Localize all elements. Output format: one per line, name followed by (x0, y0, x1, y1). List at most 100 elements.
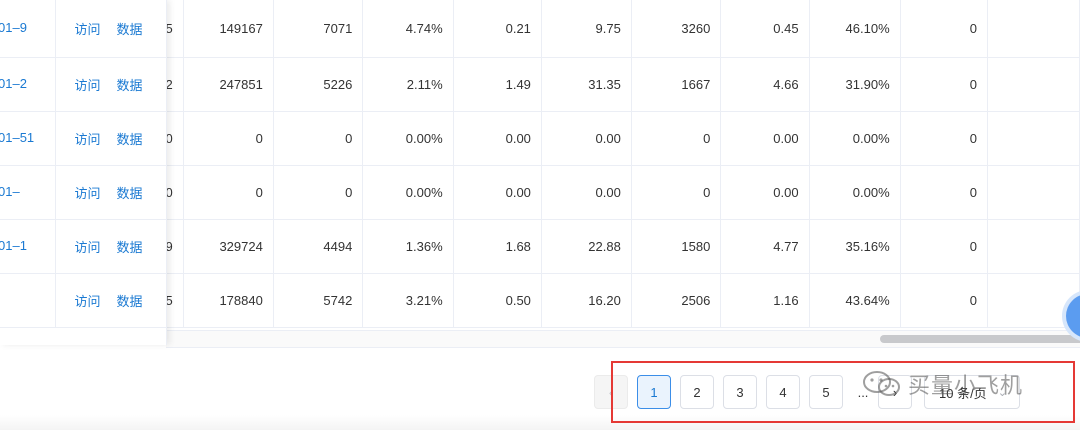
table-cell: 0.00 (453, 165, 542, 220)
horizontal-scrollbar[interactable] (166, 330, 1080, 348)
table-cell: 0.00 (541, 111, 632, 166)
page-button-4[interactable]: 4 (766, 375, 800, 409)
table-cell: 0 (900, 219, 988, 274)
table-cell: 1.16 (720, 273, 810, 328)
campaign-name-link[interactable]: 01–9 (0, 20, 27, 35)
table-cell: 9.75 (541, 0, 632, 58)
campaign-name-cell[interactable] (0, 273, 56, 328)
table-cell: 1.36% (362, 219, 454, 274)
page-size-label: 10 条/页 (939, 385, 987, 401)
table-cell: 3.21% (362, 273, 454, 328)
visit-link[interactable]: 访问 (75, 240, 101, 255)
fixed-row: 01–9 访问 数据 (0, 0, 166, 58)
table-cell: 0 (183, 165, 274, 220)
table-cell: 4.77 (720, 219, 810, 274)
visit-link[interactable]: 访问 (75, 186, 101, 201)
table-cell: 5742 (273, 273, 364, 328)
fixed-left-table: 01–9 访问 数据 01–2 访问 数据 01–51 访问 数据 01– 访问 数据 01–1 访问 数据… (0, 0, 166, 328)
table-cell: 1667 (631, 57, 722, 112)
campaign-name-cell[interactable]: 01–1 (0, 219, 56, 274)
table-cell: 0.45 (720, 0, 810, 58)
next-page-button[interactable]: › (878, 375, 912, 409)
fixed-row: 01–2 访问 数据 (0, 57, 166, 112)
fixed-row: 01–51 访问 数据 (0, 111, 166, 166)
data-link[interactable]: 数据 (117, 22, 143, 37)
table-cell: 329724 (183, 219, 274, 274)
table-cell: 0 (183, 111, 274, 166)
data-link[interactable]: 数据 (117, 294, 143, 309)
table-cell: 2.11% (362, 57, 454, 112)
visit-link[interactable]: 访问 (75, 132, 101, 147)
visit-link[interactable]: 访问 (75, 78, 101, 93)
pagination-ellipsis[interactable]: ... (852, 385, 874, 400)
campaign-name-link[interactable]: 01– (0, 184, 20, 199)
table-cell: 0.00% (809, 165, 901, 220)
table-cell: 1.68 (453, 219, 542, 274)
table-cell: 0 (900, 111, 988, 166)
table-cell-empty (987, 57, 1080, 112)
table-cell: 1580 (631, 219, 722, 274)
fixed-row: 访问 数据 (0, 273, 166, 328)
table-cell: 149167 (183, 0, 274, 58)
table-cell: 0.50 (453, 273, 542, 328)
table-cell: 0 (900, 165, 988, 220)
actions-cell: 访问 数据 (55, 0, 166, 58)
prev-page-button[interactable]: ‹ (594, 375, 628, 409)
chevron-down-icon: ⌄ (997, 386, 1007, 399)
chevron-right-icon: › (892, 384, 898, 400)
actions-cell: 访问 数据 (55, 165, 166, 220)
table-cell: 7071 (273, 0, 364, 58)
data-link[interactable]: 数据 (117, 240, 143, 255)
table-cell: 0 (900, 0, 988, 58)
table-cell: 0 (631, 165, 722, 220)
page-size-select[interactable]: 10 条/页 ⌄ (924, 375, 1020, 409)
table-cell: 1.49 (453, 57, 542, 112)
table-cell: 0.00 (453, 111, 542, 166)
table-cell: 0 (273, 111, 364, 166)
table-cell: 0.00 (720, 111, 810, 166)
table-cell: 0.00 (720, 165, 810, 220)
fixed-row: 01– 访问 数据 (0, 165, 166, 220)
data-link[interactable]: 数据 (117, 78, 143, 93)
table-cell: 0 (900, 57, 988, 112)
fixed-row: 01–1 访问 数据 (0, 219, 166, 274)
pagination: ‹ 1 2 3 4 5 ... › 10 条/页 ⌄ (594, 374, 1020, 410)
bottom-edge (0, 415, 1080, 430)
visit-link[interactable]: 访问 (75, 294, 101, 309)
data-link[interactable]: 数据 (117, 186, 143, 201)
campaign-name-cell[interactable]: 01–51 (0, 111, 56, 166)
campaign-name-cell[interactable]: 01–2 (0, 57, 56, 112)
visit-link[interactable]: 访问 (75, 22, 101, 37)
campaign-name-cell[interactable]: 01– (0, 165, 56, 220)
table-cell: 5226 (273, 57, 364, 112)
table-cell-empty (987, 0, 1080, 58)
table-cell: 0.00% (362, 165, 454, 220)
table-cell: 0.00% (362, 111, 454, 166)
table-cell: 0 (900, 273, 988, 328)
table-cell: 35.16% (809, 219, 901, 274)
table-cell: 43.64% (809, 273, 901, 328)
app-page: 7514916770714.74%0.219.7532600.4546.10%0… (0, 0, 1080, 430)
table-cell: 0 (631, 111, 722, 166)
actions-cell: 访问 数据 (55, 57, 166, 112)
table-cell: 4.66 (720, 57, 810, 112)
campaign-name-link[interactable]: 01–2 (0, 76, 27, 91)
table-cell-empty (987, 111, 1080, 166)
page-button-1[interactable]: 1 (637, 375, 671, 409)
fixed-left-columns: 01–9 访问 数据 01–2 访问 数据 01–51 访问 数据 01– 访问 数据 01–1 访问 数据… (0, 0, 167, 345)
table-cell: 178840 (183, 273, 274, 328)
page-button-2[interactable]: 2 (680, 375, 714, 409)
campaign-name-cell[interactable]: 01–9 (0, 0, 56, 58)
scrollbar-thumb[interactable] (880, 335, 1080, 343)
table-cell: 0.00% (809, 111, 901, 166)
table-cell: 0.00 (541, 165, 632, 220)
campaign-name-link[interactable]: 01–1 (0, 238, 27, 253)
table-cell: 0.21 (453, 0, 542, 58)
data-link[interactable]: 数据 (117, 132, 143, 147)
campaign-name-link[interactable]: 01–51 (0, 130, 34, 145)
table-cell-empty (987, 219, 1080, 274)
page-button-5[interactable]: 5 (809, 375, 843, 409)
page-button-3[interactable]: 3 (723, 375, 757, 409)
table-cell: 31.35 (541, 57, 632, 112)
table-cell-empty (987, 165, 1080, 220)
